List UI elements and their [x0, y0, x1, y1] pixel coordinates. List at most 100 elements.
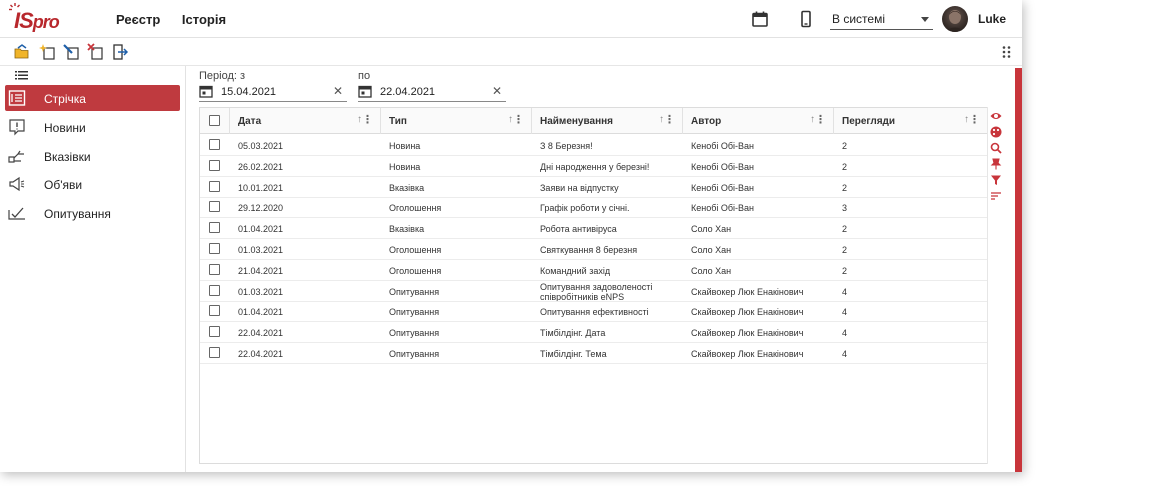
column-header-date[interactable]: Дата ↑ ⋮: [230, 108, 381, 134]
cell-author: Скайвокер Люк Енакінович: [691, 307, 804, 318]
sidebar-item-news[interactable]: Новини: [5, 114, 180, 140]
date-to-field[interactable]: 22.04.2021 ✕: [358, 82, 506, 102]
column-menu-icon[interactable]: ⋮: [362, 113, 373, 126]
nav-history[interactable]: Історія: [182, 12, 226, 27]
column-header-label: Перегляди: [842, 116, 896, 127]
row-checkbox[interactable]: [209, 243, 220, 254]
sidebar-item-label: Об'яви: [44, 178, 83, 192]
delete-icon[interactable]: [87, 43, 105, 61]
cell-type: Оголошення: [389, 265, 442, 276]
column-header-type[interactable]: Тип ↑ ⋮: [381, 108, 532, 134]
cell-author: Кенобі Обі-Ван: [691, 141, 755, 151]
header-select-cell: [200, 108, 230, 134]
row-checkbox[interactable]: [209, 263, 220, 275]
row-checkbox[interactable]: [209, 201, 220, 213]
table-row[interactable]: 01.03.2021 Оголошення Святкування 8 березн…: [200, 239, 987, 260]
row-checkbox[interactable]: [209, 326, 220, 338]
date-from-value: 15.04.2021: [221, 86, 277, 98]
exit-icon[interactable]: [111, 43, 129, 61]
cell-author: Соло Хан: [691, 245, 732, 255]
table-row[interactable]: 01.04.2021 Вказівка Робота антивіруса Соло …: [200, 218, 987, 240]
sidebar-item-polls[interactable]: Опитування: [5, 200, 180, 226]
table-row[interactable]: 01.03.2021 Опитування Опитування задоволен…: [200, 281, 987, 302]
row-checkbox[interactable]: [209, 347, 220, 358]
app-window: ISpro Реєстр Історія В системі Luke Стрі…: [0, 0, 1022, 472]
clear-icon[interactable]: ✕: [333, 84, 343, 98]
sidebar-item-feed[interactable]: Стрічка: [5, 85, 180, 111]
cell-type: Вказівка: [389, 224, 425, 235]
grid-menu-icon[interactable]: [1001, 45, 1015, 59]
palette-icon[interactable]: [990, 126, 1002, 138]
mobile-icon[interactable]: [797, 10, 815, 28]
user-name[interactable]: Luke: [978, 12, 1006, 26]
cell-type: Опитування: [389, 328, 440, 339]
date-to-value: 22.04.2021: [380, 86, 436, 98]
table-row[interactable]: 29.12.2020 Оголошення Графік роботи у січн…: [200, 197, 987, 219]
column-header-views[interactable]: Перегляди ↑ ⋮: [834, 108, 987, 134]
avatar[interactable]: [942, 6, 968, 32]
cell-author: Кенобі Обі-Ван: [691, 161, 755, 172]
cell-name: Дні народження у березні!: [540, 161, 650, 172]
logo[interactable]: ISpro: [8, 2, 68, 36]
cell-type: Оголошення: [389, 245, 442, 255]
filter-icon[interactable]: [990, 174, 1002, 186]
calendar-icon[interactable]: [751, 10, 769, 28]
cell-name: З 8 Березня!: [540, 141, 593, 151]
chevron-down-icon: [921, 17, 929, 22]
cell-name: Заяви на відпустку: [540, 182, 619, 193]
calendar-icon[interactable]: [358, 84, 372, 98]
sort-lines-icon[interactable]: [990, 190, 1002, 202]
column-menu-icon[interactable]: ⋮: [664, 113, 675, 126]
edit-icon[interactable]: [63, 43, 81, 61]
cell-name: Тімбілдінг. Дата: [540, 328, 606, 339]
megaphone-icon: [9, 176, 25, 192]
column-header-author[interactable]: Автор ↑ ⋮: [683, 108, 834, 134]
table-row[interactable]: 22.04.2021 Опитування Тімбілдінг. Дата Скай…: [200, 322, 987, 344]
row-checkbox[interactable]: [209, 159, 220, 171]
table-row[interactable]: 21.04.2021 Оголошення Командний захід Соло …: [200, 260, 987, 281]
clear-icon[interactable]: ✕: [492, 84, 502, 98]
create-icon[interactable]: [39, 43, 57, 61]
sidebar-item-directives[interactable]: Вказівки: [5, 143, 180, 169]
eye-icon[interactable]: [990, 110, 1002, 122]
column-menu-icon[interactable]: ⋮: [513, 113, 524, 126]
column-header-label: Автор: [691, 116, 722, 127]
row-checkbox[interactable]: [209, 305, 220, 317]
table-row[interactable]: 05.03.2021 Новина З 8 Березня! Кенобі Обі-В…: [200, 135, 987, 156]
cell-views: 4: [842, 349, 848, 359]
feed-icon: [8, 90, 26, 106]
row-checkbox[interactable]: [209, 180, 220, 192]
logo-sub: pro: [32, 12, 60, 32]
column-header-name[interactable]: Найменування ↑ ⋮: [532, 108, 683, 134]
vertical-scrollbar[interactable]: [1015, 68, 1022, 472]
cell-date: 10.01.2021: [238, 182, 284, 193]
status-select[interactable]: В системі: [830, 9, 933, 30]
top-bar: ISpro Реєстр Історія В системі Luke: [0, 0, 1022, 38]
date-from-field[interactable]: 15.04.2021 ✕: [199, 82, 347, 102]
column-menu-icon[interactable]: ⋮: [969, 113, 980, 126]
open-folder-icon[interactable]: [13, 43, 31, 61]
toolbar: [0, 39, 1022, 66]
table-row[interactable]: 22.04.2021 Опитування Тімбілдінг. Тема Скай…: [200, 343, 987, 364]
column-header-label: Дата: [238, 116, 262, 127]
list-toggle-icon[interactable]: [15, 70, 28, 81]
search-icon[interactable]: [990, 142, 1002, 154]
nav-registry[interactable]: Реєстр: [116, 12, 160, 27]
row-checkbox[interactable]: [209, 222, 220, 234]
row-checkbox[interactable]: [209, 284, 220, 296]
news-icon: [9, 119, 25, 136]
table-row[interactable]: 01.04.2021 Опитування Опитування ефективно…: [200, 301, 987, 323]
row-checkbox[interactable]: [209, 139, 220, 150]
calendar-icon[interactable]: [199, 84, 213, 98]
cell-author: Кенобі Обі-Ван: [691, 182, 755, 193]
table-row[interactable]: 26.02.2021 Новина Дні народження у березні…: [200, 156, 987, 177]
column-menu-icon[interactable]: ⋮: [815, 113, 826, 126]
column-header-label: Тип: [389, 116, 407, 127]
select-all-checkbox[interactable]: [209, 115, 220, 126]
column-header-label: Найменування: [540, 116, 613, 127]
table-row[interactable]: 10.01.2021 Вказівка Заяви на відпустку Кено…: [200, 177, 987, 198]
cell-date: 26.02.2021: [238, 161, 284, 172]
sidebar-item-announcements[interactable]: Об'яви: [5, 171, 180, 197]
cell-date: 29.12.2020: [238, 203, 284, 214]
pin-icon[interactable]: [990, 158, 1002, 170]
